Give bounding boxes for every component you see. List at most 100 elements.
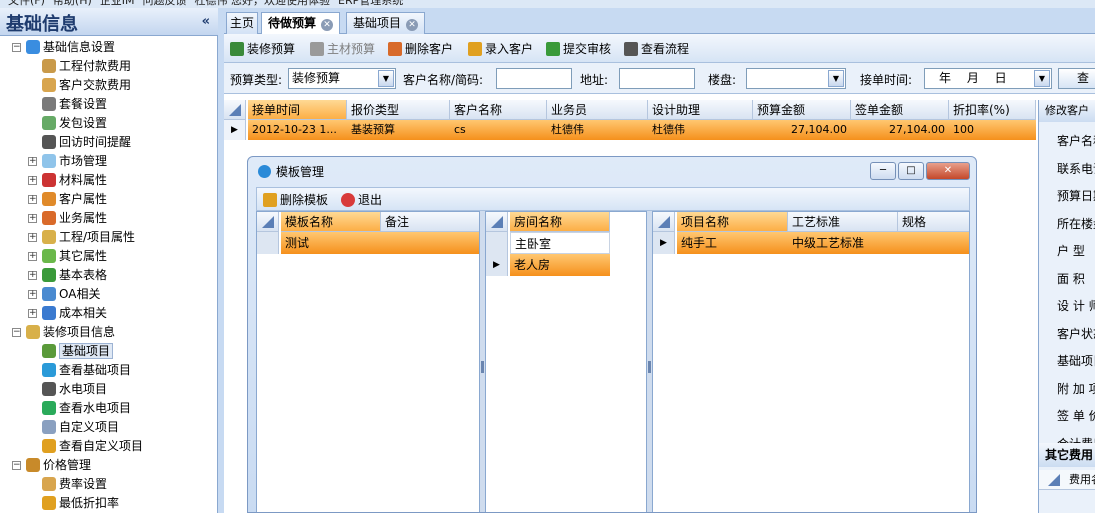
tree-item[interactable]: 最低折扣率 [42, 494, 119, 513]
menu-item[interactable]: 杜德伟 您好，欢迎使用体验 [195, 0, 331, 6]
table-cell[interactable]: cs [450, 120, 547, 140]
toolbar-button[interactable]: 录入客户 [468, 41, 533, 57]
tree-item[interactable]: + 工程/项目属性 [28, 228, 135, 247]
table-cell[interactable]: 中级工艺标准 [788, 232, 898, 254]
column-header[interactable]: 备注 [381, 212, 479, 232]
close-icon[interactable]: ✕ [406, 19, 419, 31]
table-cell[interactable]: 测试 [281, 232, 381, 254]
tab-1[interactable]: 待做预算 ✕ [261, 12, 341, 35]
tree-item[interactable]: 套餐设置 [42, 95, 107, 114]
tree-item[interactable]: 自定义项目 [42, 418, 119, 437]
select-all-corner[interactable] [1043, 470, 1065, 489]
tree-item[interactable]: + 客户属性 [28, 190, 107, 209]
toolbar-button[interactable]: 提交审核 [546, 41, 611, 57]
table-cell[interactable]: 27,104.00 [753, 120, 851, 140]
table-cell[interactable]: 杜德伟 [547, 120, 648, 140]
sub-column-header[interactable]: 费用名 [1039, 470, 1095, 490]
column-header[interactable]: 签单金额 [851, 100, 949, 120]
tree-item[interactable]: + 市场管理 [28, 152, 107, 171]
select-all-corner[interactable] [257, 212, 279, 232]
expand-toggle-icon[interactable]: + [28, 252, 37, 261]
building-select[interactable]: ▼ [746, 68, 846, 89]
budget-type-select[interactable]: 装修预算 ▼ [288, 68, 396, 89]
column-header[interactable]: 模板名称 [281, 212, 381, 232]
expand-toggle-icon[interactable]: + [28, 195, 37, 204]
tab-0[interactable]: 主页 [226, 12, 259, 34]
select-all-corner[interactable] [653, 212, 675, 232]
tree-item[interactable]: − 基础信息设置 [12, 38, 115, 57]
column-header[interactable]: 房间名称 [510, 212, 610, 232]
chevron-down-icon[interactable]: ▼ [828, 70, 844, 87]
tree-item[interactable]: + OA相关 [28, 285, 100, 304]
expand-toggle-icon[interactable]: + [28, 271, 37, 280]
close-icon[interactable]: ✕ [321, 19, 334, 31]
tree-item[interactable]: + 其它属性 [28, 247, 107, 266]
table-cell[interactable] [898, 232, 969, 254]
expand-toggle-icon[interactable]: + [28, 214, 37, 223]
tree-item[interactable]: 发包设置 [42, 114, 107, 133]
expand-toggle-icon[interactable]: + [28, 233, 37, 242]
tree-item[interactable]: + 基本表格 [28, 266, 107, 285]
maximize-icon[interactable]: □ [898, 162, 924, 180]
tree-item[interactable]: + 成本相关 [28, 304, 107, 323]
table-cell[interactable]: 主卧室 [510, 232, 610, 254]
select-all-corner[interactable] [486, 212, 508, 232]
column-header[interactable]: 接单时间 [248, 100, 347, 120]
tree-item[interactable]: + 业务属性 [28, 209, 107, 228]
column-header[interactable]: 业务员 [547, 100, 648, 120]
tree-item[interactable]: − 装修项目信息 [12, 323, 115, 342]
menu-item[interactable]: 问题反馈 [143, 0, 187, 6]
column-header[interactable]: 报价类型 [347, 100, 450, 120]
column-header[interactable]: 设计助理 [648, 100, 753, 120]
menu-item[interactable]: 帮助(H) [53, 0, 92, 6]
tab-2[interactable]: 基础项目 ✕ [346, 12, 426, 34]
column-header[interactable]: 规格 [898, 212, 969, 232]
table-cell[interactable]: 纯手工 [677, 232, 788, 254]
column-header[interactable]: 预算金额 [753, 100, 851, 120]
select-all-corner[interactable] [224, 100, 246, 120]
customer-input[interactable] [496, 68, 572, 89]
menu-item[interactable]: 文件(F) [8, 0, 45, 6]
expand-toggle-icon[interactable]: + [28, 309, 37, 318]
table-cell[interactable] [381, 232, 479, 254]
tree-item[interactable]: 工程付款费用 [42, 57, 131, 76]
toolbar-button[interactable]: 装修预算 [230, 41, 295, 57]
tree-item[interactable]: 回访时间提醒 [42, 133, 131, 152]
chevron-down-icon[interactable]: ▼ [1034, 70, 1050, 87]
column-header[interactable]: 项目名称 [677, 212, 788, 232]
table-cell[interactable]: 27,104.00 [851, 120, 949, 140]
chevron-down-icon[interactable]: ▼ [378, 70, 394, 87]
column-header[interactable]: 折扣率(%) [949, 100, 1036, 120]
tree-item[interactable]: 查看自定义项目 [42, 437, 143, 456]
table-cell[interactable]: 老人房 [510, 254, 610, 276]
expand-toggle-icon[interactable]: − [12, 328, 21, 337]
expand-toggle-icon[interactable]: − [12, 43, 21, 52]
menu-item[interactable]: ERP管理系统 [338, 0, 403, 6]
tree-item[interactable]: 客户交款费用 [42, 76, 131, 95]
dialog-toolbar-button[interactable]: 删除模板 [263, 192, 328, 208]
table-cell[interactable]: 基装预算 [347, 120, 450, 140]
tree-item[interactable]: 查看基础项目 [42, 361, 131, 380]
expand-toggle-icon[interactable]: + [28, 290, 37, 299]
expand-toggle-icon[interactable]: + [28, 176, 37, 185]
column-header[interactable]: 工艺标准 [788, 212, 898, 232]
column-header[interactable]: 客户名称 [450, 100, 547, 120]
tree-item[interactable]: 基础项目 [42, 342, 114, 361]
menu-item[interactable]: 企业IM [100, 0, 135, 6]
close-icon[interactable]: ✕ [926, 162, 970, 180]
address-input[interactable] [619, 68, 695, 89]
tree-item[interactable]: 费率设置 [42, 475, 107, 494]
tree-item[interactable]: + 材料属性 [28, 171, 107, 190]
table-cell[interactable]: 杜德伟 [648, 120, 753, 140]
tree-item[interactable]: − 价格管理 [12, 456, 91, 475]
expand-toggle-icon[interactable]: + [28, 157, 37, 166]
toolbar-button[interactable]: 查看流程 [624, 41, 689, 57]
table-cell[interactable]: 2012-10-23 1... [248, 120, 347, 140]
query-button[interactable]: 查 [1058, 68, 1095, 89]
toolbar-button[interactable]: 删除客户 [388, 41, 453, 57]
minimize-icon[interactable]: ─ [870, 162, 896, 180]
table-cell[interactable]: 100 [949, 120, 1036, 140]
tree-item[interactable]: 查看水电项目 [42, 399, 131, 418]
dialog-toolbar-button[interactable]: 退出 [341, 192, 382, 208]
collapse-icon[interactable]: « [202, 14, 210, 29]
